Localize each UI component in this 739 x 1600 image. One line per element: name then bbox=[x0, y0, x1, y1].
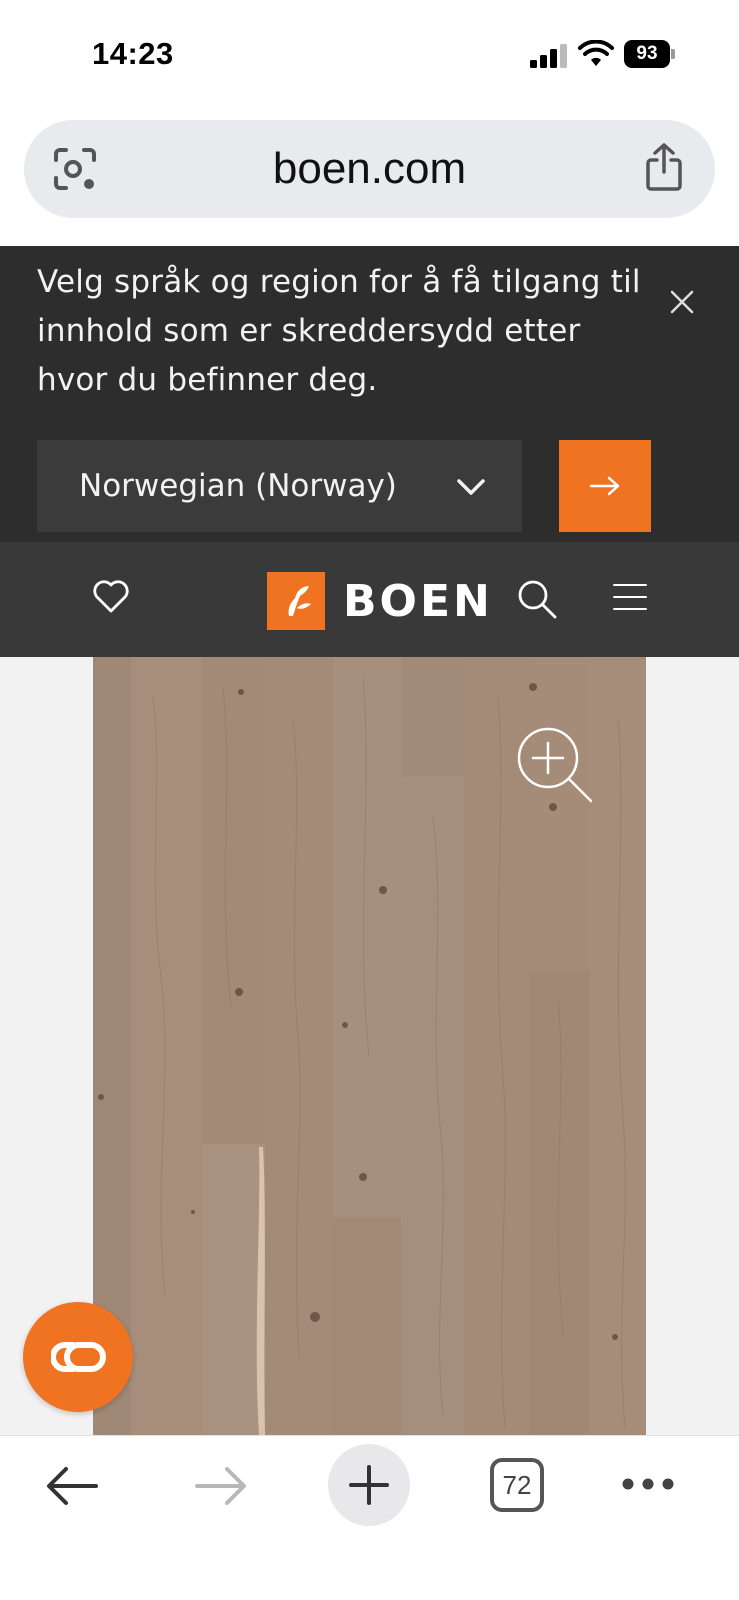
region-submit-button[interactable] bbox=[559, 440, 651, 532]
url-text[interactable]: boen.com bbox=[24, 144, 715, 194]
new-tab-icon bbox=[349, 1465, 389, 1505]
more-icon[interactable] bbox=[620, 1476, 676, 1492]
region-select[interactable]: Norwegian (Norway) bbox=[37, 440, 522, 532]
site-header: BOEN bbox=[0, 542, 739, 657]
zoom-in-icon[interactable] bbox=[515, 725, 595, 805]
region-message: Velg språk og region for å få tilgang ti… bbox=[37, 264, 641, 398]
chat-icon bbox=[51, 1342, 106, 1372]
region-banner: Velg språk og region for å få tilgang ti… bbox=[0, 246, 739, 542]
logo-text: BOEN bbox=[343, 576, 493, 627]
search-icon[interactable] bbox=[516, 578, 558, 620]
wifi-icon bbox=[578, 40, 614, 66]
browser-toolbar: 72 bbox=[0, 1435, 739, 1600]
forward-icon[interactable] bbox=[193, 1464, 249, 1508]
battery-icon: 93 bbox=[624, 40, 675, 68]
boen-logo[interactable]: BOEN bbox=[267, 570, 490, 630]
chat-button[interactable] bbox=[23, 1302, 133, 1412]
status-time: 14:23 bbox=[92, 36, 174, 71]
battery-level: 93 bbox=[624, 40, 670, 68]
new-tab-button[interactable] bbox=[328, 1444, 410, 1526]
signal-icon bbox=[530, 44, 567, 68]
tabs-button[interactable]: 72 bbox=[490, 1458, 544, 1512]
region-select-value: Norwegian (Norway) bbox=[79, 468, 397, 504]
menu-icon[interactable] bbox=[612, 582, 648, 612]
back-icon[interactable] bbox=[44, 1464, 100, 1508]
status-bar: 14:23 93 bbox=[0, 0, 739, 110]
arrow-right-icon bbox=[589, 476, 620, 496]
close-icon[interactable] bbox=[668, 288, 696, 316]
chevron-down-icon bbox=[457, 479, 485, 495]
share-icon[interactable] bbox=[643, 142, 685, 192]
logo-mark bbox=[267, 572, 325, 630]
heart-icon[interactable] bbox=[92, 578, 130, 614]
address-bar[interactable]: boen.com bbox=[24, 120, 715, 218]
